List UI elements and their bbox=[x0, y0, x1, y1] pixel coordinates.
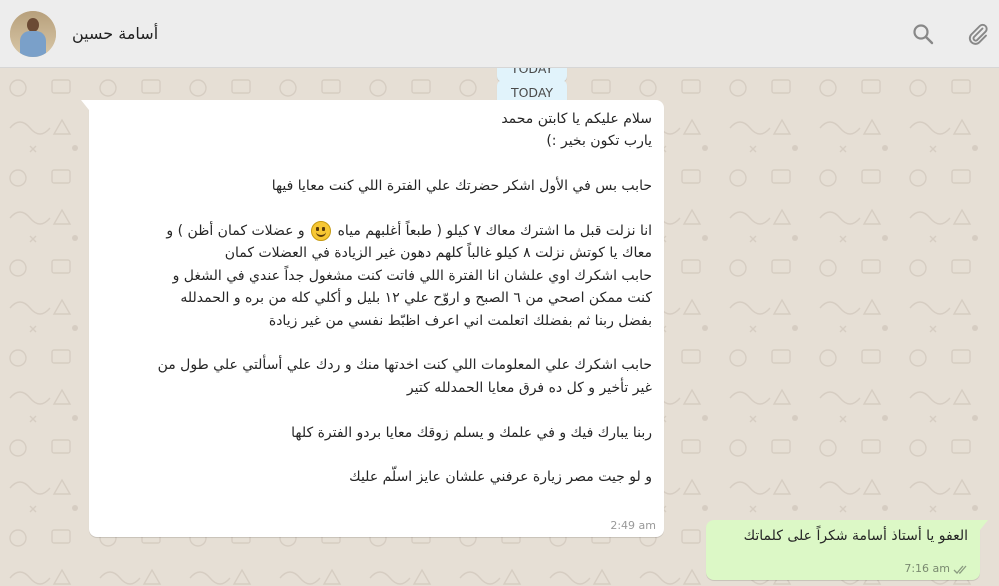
smiley-emoji-icon bbox=[311, 221, 332, 241]
message-text: سلام عليكم يا كابتن محمد يارب تكون بخير … bbox=[99, 108, 652, 489]
incoming-message[interactable]: سلام عليكم يا كابتن محمد يارب تكون بخير … bbox=[81, 100, 664, 537]
chat-header: أسامة حسين bbox=[0, 0, 999, 68]
message-text: العفو يا أستاذ أسامة شكراً على كلماتك bbox=[743, 528, 968, 544]
message-line-part: انا نزلت قبل ما اشترك معاك ٧ كيلو ( طبعا… bbox=[337, 223, 652, 239]
message-line: سلام عليكم يا كابتن محمد bbox=[501, 111, 652, 127]
message-line-part: و عضلات كمان أظن ) و bbox=[166, 223, 305, 239]
outgoing-message[interactable]: العفو يا أستاذ أسامة شكراً على كلماتك 7:… bbox=[706, 520, 988, 580]
message-line: بفضل ربنا ثم بفضلك اتعلمت اني اعرف اظبّط… bbox=[268, 312, 652, 329]
message-line: و لو جيت مصر زيارة عرفني علشان عايز اسلّ… bbox=[349, 469, 652, 486]
contact-avatar[interactable] bbox=[10, 11, 56, 57]
double-check-icon bbox=[953, 565, 967, 574]
message-line: انا نزلت قبل ما اشترك معاك ٧ كيلو ( طبعا… bbox=[99, 220, 652, 242]
message-line: معاك يا كوتش نزلت ٨ كيلو غالباً كلهم دهو… bbox=[224, 245, 652, 262]
message-line: يارب تكون بخير :) bbox=[546, 133, 652, 150]
message-time: 2:49 am bbox=[610, 519, 656, 532]
message-time: 7:16 am bbox=[904, 562, 950, 575]
message-line: ربنا يبارك فيك و في علمك و يسلم زوقك معا… bbox=[291, 424, 652, 441]
message-line: حابب اشكرك علي المعلومات اللي كنت اخدتها… bbox=[157, 357, 652, 374]
message-line: حابب بس في الأول اشكر حضرتك علي الفترة ا… bbox=[271, 178, 652, 195]
message-line: غير تأخير و كل ده فرق معايا الحمدلله كتي… bbox=[406, 379, 652, 396]
chat-panel[interactable]: TODAY TODAY سلام عليكم يا كابتن محمد يار… bbox=[0, 68, 999, 586]
paperclip-icon[interactable] bbox=[966, 22, 990, 46]
search-icon[interactable] bbox=[911, 22, 935, 46]
message-line: كنت ممكن اصحي من ٦ الصبح و اروّح علي ١٢ … bbox=[180, 290, 652, 307]
contact-name[interactable]: أسامة حسين bbox=[72, 24, 158, 43]
message-line: حابب اشكرك اوي علشان انا الفترة اللي فات… bbox=[172, 267, 652, 284]
